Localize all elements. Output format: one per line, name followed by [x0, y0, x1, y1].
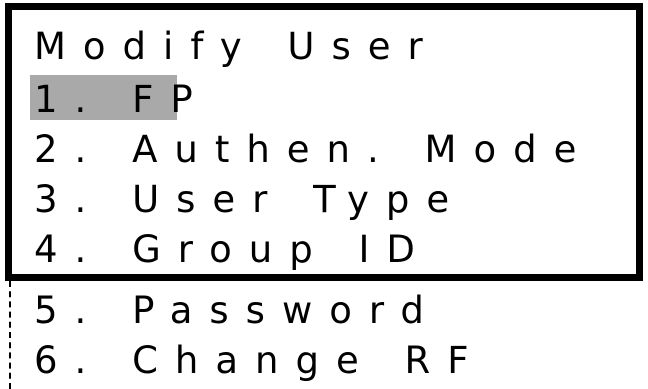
menu-item-change-rf[interactable]: 6. Change RF — [34, 336, 485, 386]
menu-title: Modify User — [34, 25, 440, 68]
menu-item-fp[interactable]: 1. FP — [34, 75, 210, 125]
menu-item-user-type[interactable]: 3. User Type — [34, 175, 466, 225]
menu-item-authen-mode[interactable]: 2. Authen. Mode — [34, 125, 593, 175]
scroll-overflow-indicator — [9, 281, 11, 389]
menu-item-password[interactable]: 5. Password — [34, 286, 441, 336]
menu-item-group-id[interactable]: 4. Group ID — [34, 225, 432, 275]
